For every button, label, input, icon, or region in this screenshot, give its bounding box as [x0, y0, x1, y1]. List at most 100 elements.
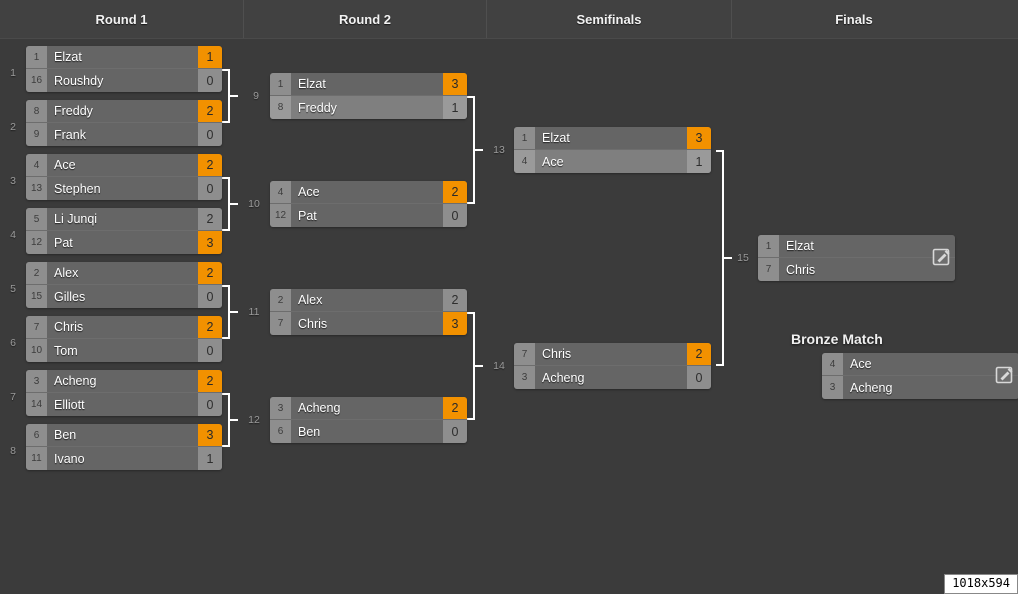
- seed-label: 7: [758, 258, 779, 281]
- match-row-top[interactable]: 5 Li Junqi 2: [26, 208, 222, 231]
- match-row-top[interactable]: 1 Elzat 3: [514, 127, 711, 150]
- connector-out-9: [228, 95, 238, 97]
- match-row-bottom[interactable]: 6 Ben 0: [270, 420, 467, 443]
- connector-stub-2: [222, 121, 230, 123]
- round-header-bar: Round 1 Round 2 Semifinals Finals: [0, 0, 1018, 39]
- seed-label: 4: [26, 154, 47, 176]
- connector-stub-13: [716, 150, 724, 152]
- match-row-top[interactable]: 8 Freddy 2: [26, 100, 222, 123]
- match-row-top[interactable]: 4 Ace 2: [270, 181, 467, 204]
- seed-label: 2: [270, 289, 291, 311]
- score-value: 1: [443, 96, 467, 119]
- connector-stub-14: [716, 364, 724, 366]
- match-row-bottom[interactable]: 12 Pat 0: [270, 204, 467, 227]
- seed-label: 4: [514, 150, 535, 173]
- match-12[interactable]: 3 Acheng 2 6 Ben 0: [270, 397, 467, 443]
- match-row-top[interactable]: 3 Acheng 2: [270, 397, 467, 420]
- match-9[interactable]: 1 Elzat 3 8 Freddy 1: [270, 73, 467, 119]
- match-13[interactable]: 1 Elzat 3 4 Ace 1: [514, 127, 711, 173]
- match-number-14: 14: [493, 360, 505, 372]
- connector-out-13: [473, 149, 483, 151]
- match-10[interactable]: 4 Ace 2 12 Pat 0: [270, 181, 467, 227]
- edit-pencil-icon[interactable]: [995, 365, 1015, 385]
- seed-label: 9: [26, 123, 47, 146]
- score-value: 1: [198, 447, 222, 470]
- player-name: Ace: [535, 150, 687, 173]
- player-name: Pat: [291, 204, 443, 227]
- match-row-top[interactable]: 1 Elzat 1: [26, 46, 222, 69]
- match-row-bottom[interactable]: 13 Stephen 0: [26, 177, 222, 200]
- match-row-top[interactable]: 1 Elzat: [758, 235, 955, 258]
- seed-label: 10: [26, 339, 47, 362]
- player-name: Gilles: [47, 285, 198, 308]
- match-row-bottom[interactable]: 3 Acheng 0: [514, 366, 711, 389]
- seed-label: 5: [26, 208, 47, 230]
- seed-label: 16: [26, 69, 47, 92]
- edit-pencil-icon[interactable]: [932, 247, 952, 267]
- seed-label: 1: [758, 235, 779, 257]
- match-6[interactable]: 7 Chris 2 10 Tom 0: [26, 316, 222, 362]
- bronze-match-title: Bronze Match: [791, 331, 883, 347]
- match-11[interactable]: 2 Alex 2 7 Chris 3: [270, 289, 467, 335]
- score-value: 3: [443, 312, 467, 335]
- connector-out-11: [228, 311, 238, 313]
- seed-label: 2: [26, 262, 47, 284]
- seed-label: 15: [26, 285, 47, 308]
- seed-label: 8: [26, 100, 47, 122]
- seed-label: 14: [26, 393, 47, 416]
- match-row-bottom[interactable]: 10 Tom 0: [26, 339, 222, 362]
- match-row-bottom[interactable]: 9 Frank 0: [26, 123, 222, 146]
- player-name: Chris: [47, 316, 198, 338]
- player-name: Alex: [291, 289, 443, 311]
- match-3[interactable]: 4 Ace 2 13 Stephen 0: [26, 154, 222, 200]
- player-name: Elzat: [779, 235, 955, 257]
- match-row-bottom[interactable]: 7 Chris: [758, 258, 955, 281]
- player-name: Acheng: [291, 397, 443, 419]
- connector-stub-3: [222, 177, 230, 179]
- match-row-bottom[interactable]: 15 Gilles 0: [26, 285, 222, 308]
- match-8[interactable]: 6 Ben 3 11 Ivano 1: [26, 424, 222, 470]
- player-name: Acheng: [843, 376, 1018, 399]
- player-name: Elzat: [47, 46, 198, 68]
- seed-label: 3: [514, 366, 535, 389]
- match-row-bottom[interactable]: 4 Ace 1: [514, 150, 711, 173]
- score-value: 2: [443, 181, 467, 203]
- match-row-top[interactable]: 6 Ben 3: [26, 424, 222, 447]
- match-row-top[interactable]: 2 Alex 2: [270, 289, 467, 312]
- match-15-finals[interactable]: 1 Elzat 7 Chris: [758, 235, 955, 281]
- match-row-top[interactable]: 4 Ace: [822, 353, 1018, 376]
- match-bronze[interactable]: 4 Ace 3 Acheng: [822, 353, 1018, 399]
- match-row-bottom[interactable]: 8 Freddy 1: [270, 96, 467, 119]
- seed-label: 13: [26, 177, 47, 200]
- score-value: 3: [198, 231, 222, 254]
- match-row-bottom[interactable]: 12 Pat 3: [26, 231, 222, 254]
- match-2[interactable]: 8 Freddy 2 9 Frank 0: [26, 100, 222, 146]
- round-header-finals: Finals: [731, 0, 976, 38]
- match-row-top[interactable]: 2 Alex 2: [26, 262, 222, 285]
- match-row-top[interactable]: 3 Acheng 2: [26, 370, 222, 393]
- match-7[interactable]: 3 Acheng 2 14 Elliott 0: [26, 370, 222, 416]
- match-row-bottom[interactable]: 3 Acheng: [822, 376, 1018, 399]
- seed-label: 6: [270, 420, 291, 443]
- match-row-bottom[interactable]: 16 Roushdy 0: [26, 69, 222, 92]
- match-5[interactable]: 2 Alex 2 15 Gilles 0: [26, 262, 222, 308]
- match-row-bottom[interactable]: 7 Chris 3: [270, 312, 467, 335]
- score-value: 2: [198, 154, 222, 176]
- match-row-top[interactable]: 1 Elzat 3: [270, 73, 467, 96]
- connector-stub-4: [222, 229, 230, 231]
- player-name: Roushdy: [47, 69, 198, 92]
- round-header-round-2: Round 2: [243, 0, 486, 38]
- round-header-round-1: Round 1: [95, 11, 148, 27]
- match-number-6: 6: [10, 337, 16, 349]
- score-value: 2: [443, 397, 467, 419]
- match-row-top[interactable]: 7 Chris 2: [514, 343, 711, 366]
- connector-out-10: [228, 203, 238, 205]
- match-4[interactable]: 5 Li Junqi 2 12 Pat 3: [26, 208, 222, 254]
- match-14[interactable]: 7 Chris 2 3 Acheng 0: [514, 343, 711, 389]
- match-row-bottom[interactable]: 14 Elliott 0: [26, 393, 222, 416]
- match-row-top[interactable]: 4 Ace 2: [26, 154, 222, 177]
- match-row-bottom[interactable]: 11 Ivano 1: [26, 447, 222, 470]
- match-row-top[interactable]: 7 Chris 2: [26, 316, 222, 339]
- match-1[interactable]: 1 Elzat 1 16 Roushdy 0: [26, 46, 222, 92]
- connector-stub-1: [222, 69, 230, 71]
